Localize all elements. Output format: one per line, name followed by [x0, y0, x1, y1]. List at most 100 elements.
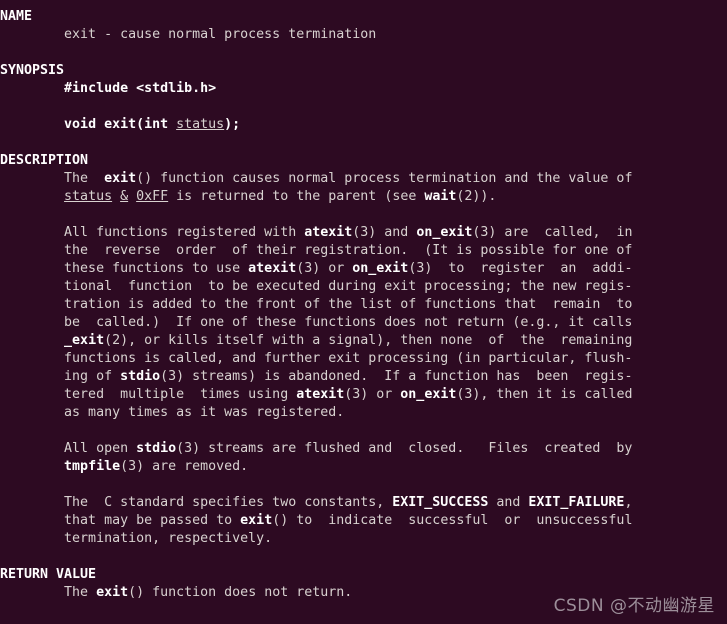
man-text-line: termination, respectively.	[0, 530, 727, 548]
man-text-line	[0, 476, 727, 494]
man-bold-run: on_exit	[352, 261, 409, 276]
man-bold-run: atexit	[296, 387, 345, 402]
man-plain-run	[0, 117, 64, 132]
man-text-line: tration is added to the front of the lis…	[0, 296, 727, 314]
terminal-window[interactable]: NAME exit - cause normal process termina…	[0, 0, 727, 624]
man-bold-run: on_exit	[400, 387, 457, 402]
man-text-line: All functions registered with atexit(3) …	[0, 224, 727, 242]
man-text-line: The C standard specifies two constants, …	[0, 494, 727, 512]
man-text-line: that may be passed to exit() to indicate…	[0, 512, 727, 530]
man-underline-run: 0xFF	[136, 189, 169, 204]
man-bold-run: atexit	[248, 261, 297, 276]
man-section-heading-text: SYNOPSIS	[0, 63, 65, 78]
man-text-line: _exit(2), or kills itself with a signal)…	[0, 332, 727, 350]
man-text-line: status & 0xFF is returned to the parent …	[0, 188, 727, 206]
man-bold-run: on_exit	[416, 225, 473, 240]
man-plain-run: (3) or	[344, 387, 401, 402]
man-plain-run: (2), or kills itself with a signal), the…	[104, 333, 633, 348]
man-text-line: #include <stdlib.h>	[0, 80, 727, 98]
man-bold-run: EXIT_FAILURE	[528, 495, 625, 510]
csdn-watermark: CSDN @不动幽游星	[553, 596, 715, 616]
man-plain-run: as many times as it was registered.	[0, 405, 345, 420]
man-plain-run: ,	[624, 495, 633, 510]
man-underline-run: status	[176, 117, 225, 132]
man-plain-run: tional function to be executed during ex…	[0, 279, 633, 294]
man-bold-run: stdio	[120, 369, 161, 384]
man-text-line: tered multiple times using atexit(3) or …	[0, 386, 727, 404]
man-blank-line	[0, 548, 727, 566]
man-section-heading-text: RETURN VALUE	[0, 567, 97, 582]
man-plain-run: (3) and	[352, 225, 417, 240]
man-text-line: exit - cause normal process termination	[0, 26, 727, 44]
man-bold-run: );	[224, 117, 241, 132]
man-plain-run: the reverse order of their registration.…	[0, 243, 633, 258]
man-plain-run: (3) streams are flushed and closed. File…	[176, 441, 633, 456]
man-section-heading-text: DESCRIPTION	[0, 153, 89, 168]
man-text-line: tmpfile(3) are removed.	[0, 458, 727, 476]
man-bold-run: exit	[104, 171, 137, 186]
man-plain-run: (3) are called, in	[472, 225, 633, 240]
man-plain-run: these functions to use	[0, 261, 249, 276]
man-plain-run: that may be passed to	[0, 513, 241, 528]
man-plain-run: () function causes normal process termin…	[136, 171, 633, 186]
man-text-line: these functions to use atexit(3) or on_e…	[0, 260, 727, 278]
man-plain-run: (3) to register an addi-	[408, 261, 633, 276]
man-section-heading: RETURN VALUE	[0, 566, 727, 584]
man-text-line: as many times as it was registered.	[0, 404, 727, 422]
man-plain-run: tration is added to the front of the lis…	[0, 297, 633, 312]
man-plain-run	[128, 189, 136, 204]
man-plain-run	[0, 189, 64, 204]
man-section-heading: NAME	[0, 8, 727, 26]
man-plain-run: () function does not return.	[128, 585, 353, 600]
man-bold-run: exit	[240, 513, 273, 528]
man-bold-run: atexit	[304, 225, 353, 240]
man-text-line: The exit() function causes normal proces…	[0, 170, 727, 188]
man-plain-run: be called.) If one of these functions do…	[0, 315, 633, 330]
man-plain-run: is returned to the parent (see	[168, 189, 425, 204]
man-bold-run: EXIT_SUCCESS	[392, 495, 489, 510]
man-text-line	[0, 422, 727, 440]
man-plain-run: The	[0, 585, 97, 600]
man-bold-run: _exit	[64, 333, 105, 348]
man-plain-run: (3) are removed.	[120, 459, 249, 474]
man-text-line: ing of stdio(3) streams) is abandoned. I…	[0, 368, 727, 386]
man-underline-run: &	[120, 189, 129, 204]
man-plain-run: (3) streams) is abandoned. If a function…	[160, 369, 633, 384]
man-plain-run: termination, respectively.	[0, 531, 273, 546]
man-text-line: tional function to be executed during ex…	[0, 278, 727, 296]
man-text-line: All open stdio(3) streams are flushed an…	[0, 440, 727, 458]
man-page-content: NAME exit - cause normal process termina…	[0, 8, 727, 602]
man-plain-run: ing of	[0, 369, 121, 384]
man-section-heading-text: NAME	[0, 9, 33, 24]
man-plain-run: All functions registered with	[0, 225, 305, 240]
man-text-line: functions is called, and further exit pr…	[0, 350, 727, 368]
man-section-heading: SYNOPSIS	[0, 62, 727, 80]
man-plain-run: functions is called, and further exit pr…	[0, 351, 633, 366]
man-plain-run	[0, 459, 64, 474]
man-plain-run	[0, 81, 64, 96]
man-bold-run: wait	[424, 189, 457, 204]
man-section-heading: DESCRIPTION	[0, 152, 727, 170]
man-plain-run: All open	[0, 441, 137, 456]
man-plain-run	[112, 189, 120, 204]
man-blank-line	[0, 134, 727, 152]
man-plain-run: (3), then it is called	[456, 387, 633, 402]
man-plain-run: () to indicate successful or unsuccessfu…	[272, 513, 633, 528]
man-bold-run: #include <stdlib.h>	[64, 81, 217, 96]
man-plain-run: The C standard specifies two constants,	[0, 495, 393, 510]
man-bold-run: void exit(int	[64, 117, 177, 132]
man-text-line: void exit(int status);	[0, 116, 727, 134]
man-blank-line	[0, 44, 727, 62]
man-text-line	[0, 98, 727, 116]
man-bold-run: tmpfile	[64, 459, 121, 474]
man-text-line: be called.) If one of these functions do…	[0, 314, 727, 332]
man-underline-run: status	[64, 189, 113, 204]
man-plain-run: and	[488, 495, 529, 510]
man-plain-run: tered multiple times using	[0, 387, 297, 402]
man-plain-run: (3) or	[296, 261, 353, 276]
man-bold-run: stdio	[136, 441, 177, 456]
man-plain-run: (2)).	[456, 189, 497, 204]
man-plain-run: The	[0, 171, 105, 186]
man-bold-run: exit	[96, 585, 129, 600]
man-text-line	[0, 206, 727, 224]
